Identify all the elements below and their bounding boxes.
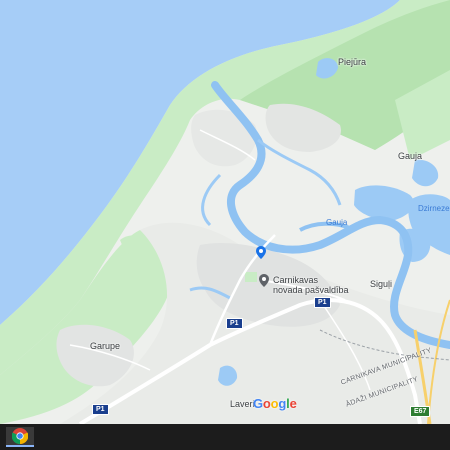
screen: Piejūra Gauja Gauja Dzirnezer Carnikavas…	[0, 0, 450, 450]
taskbar-app-chrome[interactable]	[6, 427, 34, 447]
map-canvas[interactable]: Piejūra Gauja Gauja Dzirnezer Carnikavas…	[0, 0, 450, 424]
label-laveri[interactable]: Laveri	[230, 400, 255, 409]
label-gauja-river[interactable]: Gauja	[326, 219, 347, 227]
park-patch	[245, 272, 257, 282]
google-logo: Google	[253, 396, 297, 411]
label-carnikavas[interactable]: Carnikavas	[273, 276, 318, 285]
google-letter: g	[278, 396, 287, 411]
label-garupe[interactable]: Garupe	[90, 342, 120, 351]
label-piejura[interactable]: Piejūra	[338, 58, 366, 67]
road-shield-p1: P1	[314, 297, 331, 308]
label-siguli[interactable]: Siguļi	[370, 280, 392, 289]
label-gauja-area[interactable]: Gauja	[398, 152, 422, 161]
road-shield-e67: E67	[410, 406, 431, 417]
google-letter: o	[262, 396, 271, 411]
map-graphic[interactable]	[0, 0, 450, 424]
road-shield-p1: P1	[92, 404, 109, 415]
chrome-icon	[12, 428, 28, 444]
label-dzirnezers[interactable]: Dzirnezer	[418, 205, 450, 213]
road-shield-p1: P1	[226, 318, 243, 329]
google-letter: G	[253, 396, 263, 411]
google-letter: e	[289, 396, 297, 411]
taskbar	[0, 424, 450, 450]
label-novada-pasvaldiba[interactable]: novada pašvaldība	[273, 286, 349, 295]
